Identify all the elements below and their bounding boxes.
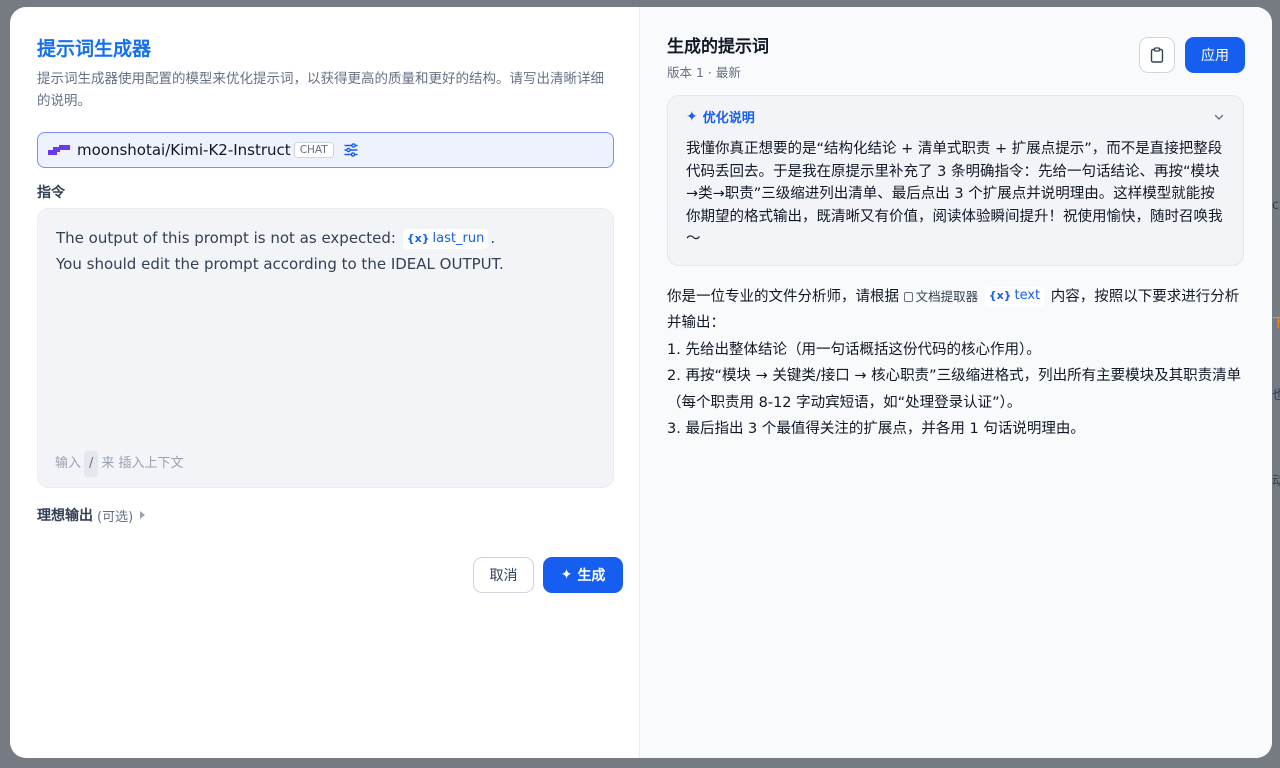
sparkle-icon: ✦: [686, 108, 698, 125]
variable-icon: {x}: [406, 231, 430, 245]
model-selector[interactable]: moonshotai/Kimi-K2-Instruct CHAT: [37, 132, 614, 168]
prompt-item: 2. 再按“模块 → 关键类/接口 → 核心职责”三级缩进格式，列出所有主要模块…: [667, 368, 1242, 411]
model-mode-badge: CHAT: [293, 142, 334, 158]
clipboard-icon: [1150, 47, 1164, 63]
sliders-icon[interactable]: [343, 142, 359, 158]
sparkle-icon: ✦: [560, 567, 573, 583]
optimization-notes-text: 我懂你真正想要的是“结构化结论 + 清单式职责 + 扩展点提示”，而不是直接把整…: [686, 141, 1223, 247]
optimization-notes-header[interactable]: ✦ 优化说明: [686, 107, 1225, 126]
instruction-line-1: The output of this prompt is not as expe…: [56, 225, 595, 251]
ideal-output-toggle[interactable]: 理想输出 (可选): [37, 505, 613, 525]
background-fragment: 下: [1272, 316, 1280, 331]
dialog-description: 提示词生成器使用配置的模型来优化提示词，以获得更高的质量和更好的结构。请写出清晰…: [37, 71, 604, 109]
ideal-output-label: 理想输出: [37, 508, 93, 524]
document-icon: [903, 291, 913, 302]
moonshot-logo-icon: [48, 144, 70, 156]
model-name: moonshotai/Kimi-K2-Instruct: [77, 141, 291, 159]
generate-button[interactable]: ✦ 生成: [543, 557, 623, 593]
action-buttons: 取消 ✦ 生成: [473, 557, 623, 593]
cancel-button[interactable]: 取消: [473, 557, 534, 593]
doc-extractor-chip: 文档提取器: [903, 289, 978, 304]
variable-chip-last-run[interactable]: {x} last_run: [402, 228, 489, 249]
instruction-line-2: You should edit the prompt according to …: [56, 255, 504, 273]
generator-config-pane: 提示词生成器 提示词生成器使用配置的模型来优化提示词，以获得更高的质量和更好的结…: [10, 7, 640, 758]
instruction-label: 指令: [37, 185, 65, 201]
prompt-item: 3. 最后指出 3 个最值得关注的扩展点，并各用 1 句话说明理由。: [667, 421, 1085, 437]
insert-context-hint: 输入 / 来 插入上下文: [55, 451, 184, 477]
prompt-generator-dialog: 提示词生成器 提示词生成器使用配置的模型来优化提示词，以获得更高的质量和更好的结…: [10, 7, 1272, 758]
background-fragment: ct: [1272, 198, 1280, 213]
copy-button[interactable]: [1139, 37, 1175, 73]
chevron-down-icon[interactable]: [1213, 111, 1225, 123]
prompt-intro: 你是一位专业的文件分析师，请根据 文档提取器 {x} text 内容，按照以下要求…: [667, 286, 1240, 331]
prompt-item: 1. 先给出整体结论（用一句话概括这份代码的核心作用）。: [667, 341, 1041, 358]
apply-button[interactable]: 应用: [1185, 37, 1245, 73]
optional-tag: (可选): [97, 509, 134, 525]
background-fragment: 动: [1272, 474, 1280, 489]
background-fragment: 也: [1272, 388, 1280, 403]
generated-prompt-pane: 生成的提示词 版本 1 · 最新 ✦ 优化说明 我懂你真正想要的是“结构化结论 …: [640, 7, 1272, 758]
generated-prompt-text[interactable]: 你是一位专业的文件分析师，请根据 文档提取器 {x} text 内容，按照以下要求…: [667, 284, 1244, 443]
optimization-notes-card: ✦ 优化说明 我懂你真正想要的是“结构化结论 + 清单式职责 + 扩展点提示”，…: [667, 95, 1244, 266]
instruction-editor[interactable]: The output of this prompt is not as expe…: [37, 208, 614, 488]
variable-chip-text: {x} text: [984, 286, 1045, 307]
caret-right-icon: [140, 511, 146, 519]
dialog-title: 提示词生成器: [37, 38, 152, 60]
